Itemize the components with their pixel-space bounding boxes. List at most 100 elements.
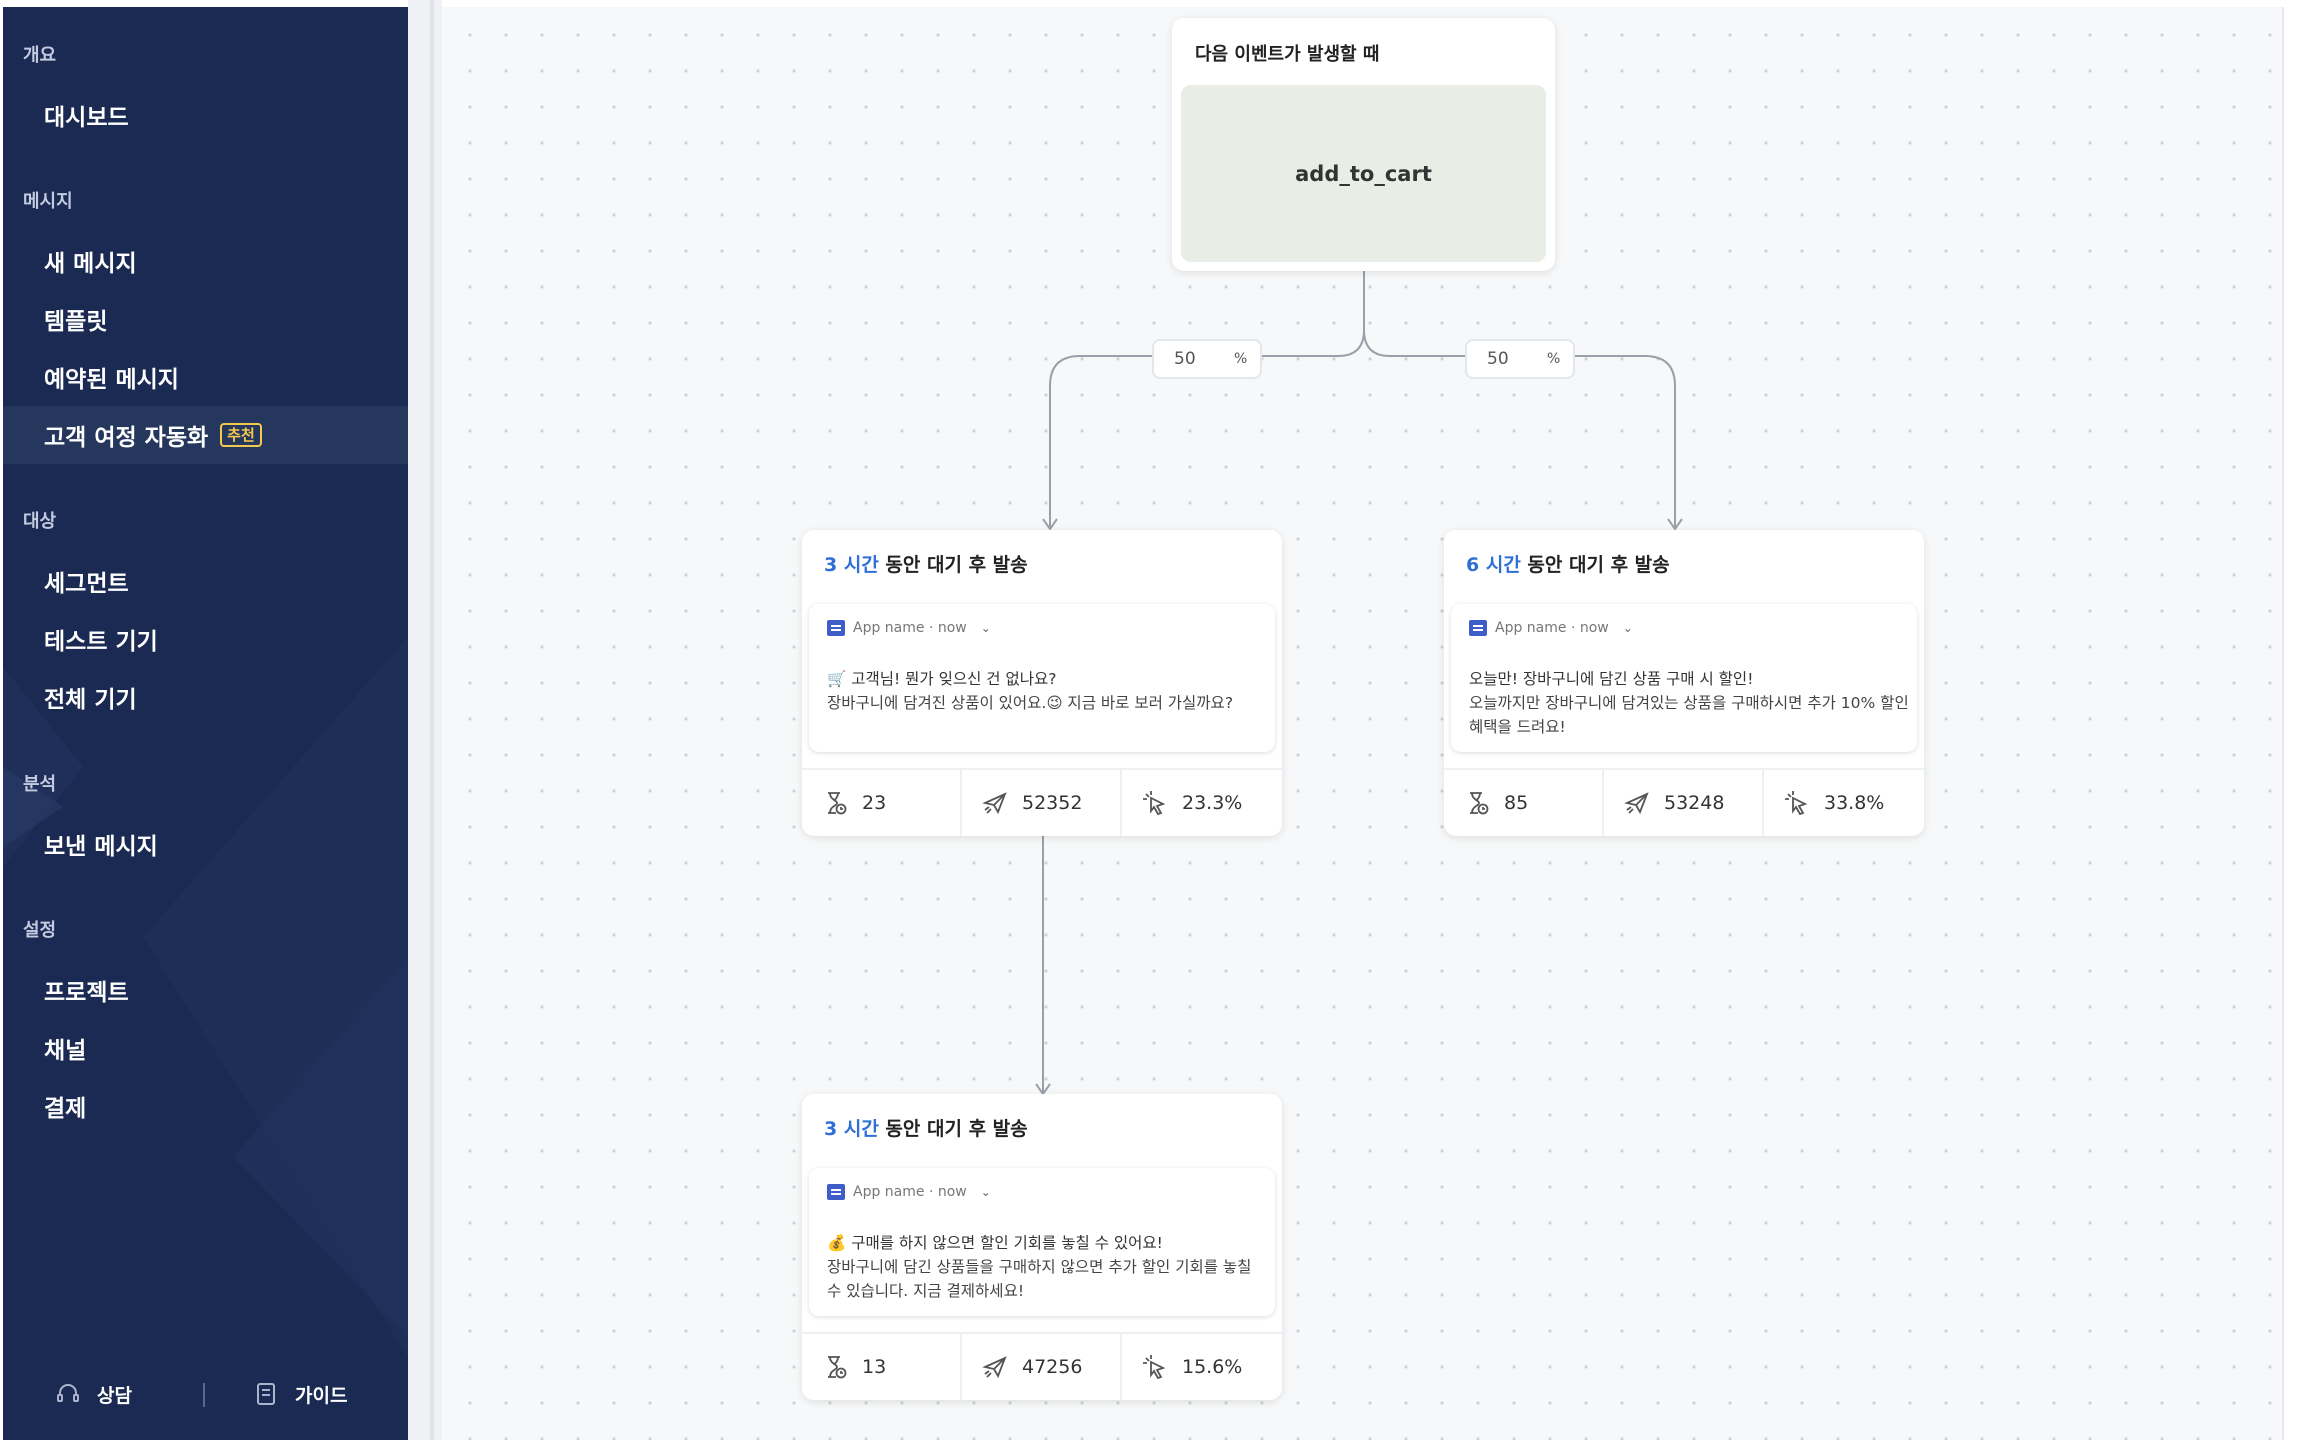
notification-title: 오늘만! 장바구니에 담긴 상품 구매 시 할인! — [1469, 670, 1754, 688]
hourglass-icon — [828, 792, 847, 815]
node-stats: 85 53248 33.8% — [1444, 768, 1924, 836]
sidebar-footer: 상담 가이드 — [3, 1369, 408, 1419]
stat-click-rate: 33.8% — [1784, 770, 1884, 836]
sidebar-item-channels[interactable]: 채널 — [3, 1019, 408, 1077]
footer-divider — [203, 1383, 205, 1407]
notification-title: 💰 구매를 하지 않으면 할인 기회를 놓칠 수 있어요! — [827, 1234, 1163, 1252]
send-plane-icon — [1624, 792, 1649, 815]
canvas-right-border — [2282, 7, 2302, 1440]
sidebar-item-templates[interactable]: 템플릿 — [3, 290, 408, 348]
sidebar-item-dashboard[interactable]: 대시보드 — [3, 86, 408, 144]
split-value: 50 — [1174, 349, 1196, 369]
canvas-gutter-line — [430, 0, 434, 1440]
recommend-badge: 추천 — [220, 423, 262, 447]
push-notification-preview[interactable]: App name · now ⌄ 오늘만! 장바구니에 담긴 상품 구매 시 할… — [1451, 604, 1917, 752]
app-icon — [1469, 620, 1487, 636]
stat-sent: 53248 — [1624, 770, 1724, 836]
stat-sent: 47256 — [982, 1334, 1082, 1400]
push-notification-preview[interactable]: App name · now ⌄ 💰 구매를 하지 않으면 할인 기회를 놓칠 … — [809, 1168, 1275, 1316]
delay-suffix: 동안 대기 후 발송 — [1527, 554, 1670, 576]
notification-body: 장바구니에 담긴 상품들을 구매하지 않으면 추가 할인 기회를 놓칠 수 있습… — [827, 1258, 1252, 1300]
stat-sent-value: 52352 — [1022, 792, 1083, 814]
stat-waiting: 23 — [822, 770, 886, 836]
notification-header: App name · now ⌄ — [827, 1184, 991, 1200]
stat-divider — [1602, 770, 1604, 836]
stat-sent-value: 53248 — [1664, 792, 1725, 814]
stat-divider — [1120, 1334, 1122, 1400]
push-notification-preview[interactable]: App name · now ⌄ 🛒 고객님! 뭔가 잊으신 건 없나요? 장바… — [809, 604, 1275, 752]
sidebar-item-scheduled-messages[interactable]: 예약된 메시지 — [3, 348, 408, 406]
chevron-down-icon: ⌄ — [980, 621, 991, 635]
trigger-node[interactable]: 다음 이벤트가 발생할 때 add_to_cart — [1172, 18, 1555, 271]
split-percentage-right[interactable]: 50 % — [1465, 339, 1575, 379]
sidebar-item-sent-messages[interactable]: 보낸 메시지 — [3, 815, 408, 873]
notification-body: 장바구니에 담겨진 상품이 있어요.😉 지금 바로 보러 가실까요? — [827, 694, 1234, 712]
stat-waiting: 13 — [822, 1334, 886, 1400]
consult-button[interactable]: 상담 — [55, 1369, 132, 1419]
stat-waiting-value: 13 — [862, 1356, 887, 1378]
hourglass-icon — [828, 1356, 847, 1379]
sidebar-item-journey-automation[interactable]: 고객 여정 자동화 추천 — [3, 406, 408, 464]
canvas-gutter — [408, 0, 442, 1440]
stat-click-rate: 15.6% — [1142, 1334, 1242, 1400]
guide-label: 가이드 — [295, 1384, 348, 1407]
stat-divider — [960, 770, 962, 836]
stat-waiting: 85 — [1464, 770, 1528, 836]
trigger-event-name[interactable]: add_to_cart — [1181, 85, 1546, 262]
guide-button[interactable]: 가이드 — [253, 1369, 347, 1419]
guide-book-icon — [257, 1383, 275, 1405]
split-unit: % — [1547, 351, 1561, 367]
split-unit: % — [1234, 351, 1248, 367]
stat-divider — [1120, 770, 1122, 836]
section-label-audience: 대상 — [23, 511, 57, 532]
notification-body: 오늘까지만 장바구니에 담겨있는 상품을 구매하시면 추가 10% 할인 혜택을… — [1469, 694, 1909, 736]
sidebar-item-project[interactable]: 프로젝트 — [3, 961, 408, 1019]
stat-sent: 52352 — [982, 770, 1082, 836]
cursor-click-icon — [1785, 791, 1808, 816]
delay-hours: 3 시간 — [824, 554, 879, 576]
split-percentage-left[interactable]: 50 % — [1152, 339, 1262, 379]
delay-hours: 3 시간 — [824, 1118, 879, 1140]
chevron-down-icon: ⌄ — [1622, 621, 1633, 635]
stat-click-rate-value: 23.3% — [1182, 792, 1243, 814]
stat-click-rate: 23.3% — [1142, 770, 1242, 836]
sidebar-item-label: 고객 여정 자동화 — [44, 425, 209, 451]
app-icon — [827, 1184, 845, 1200]
node-delay-heading: 3 시간 동안 대기 후 발송 — [824, 1114, 1028, 1141]
sidebar: 개요 대시보드 메시지 새 메시지 템플릿 예약된 메시지 고객 여정 자동화 … — [3, 7, 408, 1440]
stat-sent-value: 47256 — [1022, 1356, 1083, 1378]
headset-icon — [57, 1384, 79, 1402]
app-meta: App name · now — [1495, 620, 1609, 636]
sidebar-item-all-devices[interactable]: 전체 기기 — [3, 668, 408, 726]
split-value: 50 — [1487, 349, 1509, 369]
consult-label: 상담 — [97, 1384, 132, 1407]
sidebar-item-billing[interactable]: 결제 — [3, 1077, 408, 1135]
send-plane-icon — [982, 1356, 1007, 1379]
delay-suffix: 동안 대기 후 발송 — [885, 554, 1028, 576]
node-stats: 23 52352 23.3% — [802, 768, 1282, 836]
section-label-messages: 메시지 — [23, 191, 73, 212]
message-node[interactable]: 3 시간 동안 대기 후 발송 App name · now ⌄ 🛒 고객님! … — [802, 530, 1282, 836]
stat-waiting-value: 85 — [1504, 792, 1529, 814]
sidebar-item-segments[interactable]: 세그먼트 — [3, 552, 408, 610]
notification-title: 🛒 고객님! 뭔가 잊으신 건 없나요? — [827, 670, 1057, 688]
cursor-click-icon — [1143, 1355, 1166, 1380]
message-node[interactable]: 3 시간 동안 대기 후 발송 App name · now ⌄ 💰 구매를 하… — [802, 1094, 1282, 1400]
app-icon — [827, 620, 845, 636]
stat-waiting-value: 23 — [862, 792, 887, 814]
app-meta: App name · now — [853, 620, 967, 636]
message-node[interactable]: 6 시간 동안 대기 후 발송 App name · now ⌄ 오늘만! 장바… — [1444, 530, 1924, 836]
node-stats: 13 47256 15.6% — [802, 1332, 1282, 1400]
stat-click-rate-value: 15.6% — [1182, 1356, 1243, 1378]
app-meta: App name · now — [853, 1184, 967, 1200]
section-label-overview: 개요 — [23, 45, 57, 66]
stat-click-rate-value: 33.8% — [1824, 792, 1885, 814]
notification-header: App name · now ⌄ — [827, 620, 991, 636]
section-label-analytics: 분석 — [23, 774, 57, 795]
delay-suffix: 동안 대기 후 발송 — [885, 1118, 1028, 1140]
sidebar-item-test-devices[interactable]: 테스트 기기 — [3, 610, 408, 668]
delay-hours: 6 시간 — [1466, 554, 1521, 576]
send-plane-icon — [982, 792, 1007, 815]
sidebar-item-new-message[interactable]: 새 메시지 — [3, 232, 408, 290]
notification-header: App name · now ⌄ — [1469, 620, 1633, 636]
